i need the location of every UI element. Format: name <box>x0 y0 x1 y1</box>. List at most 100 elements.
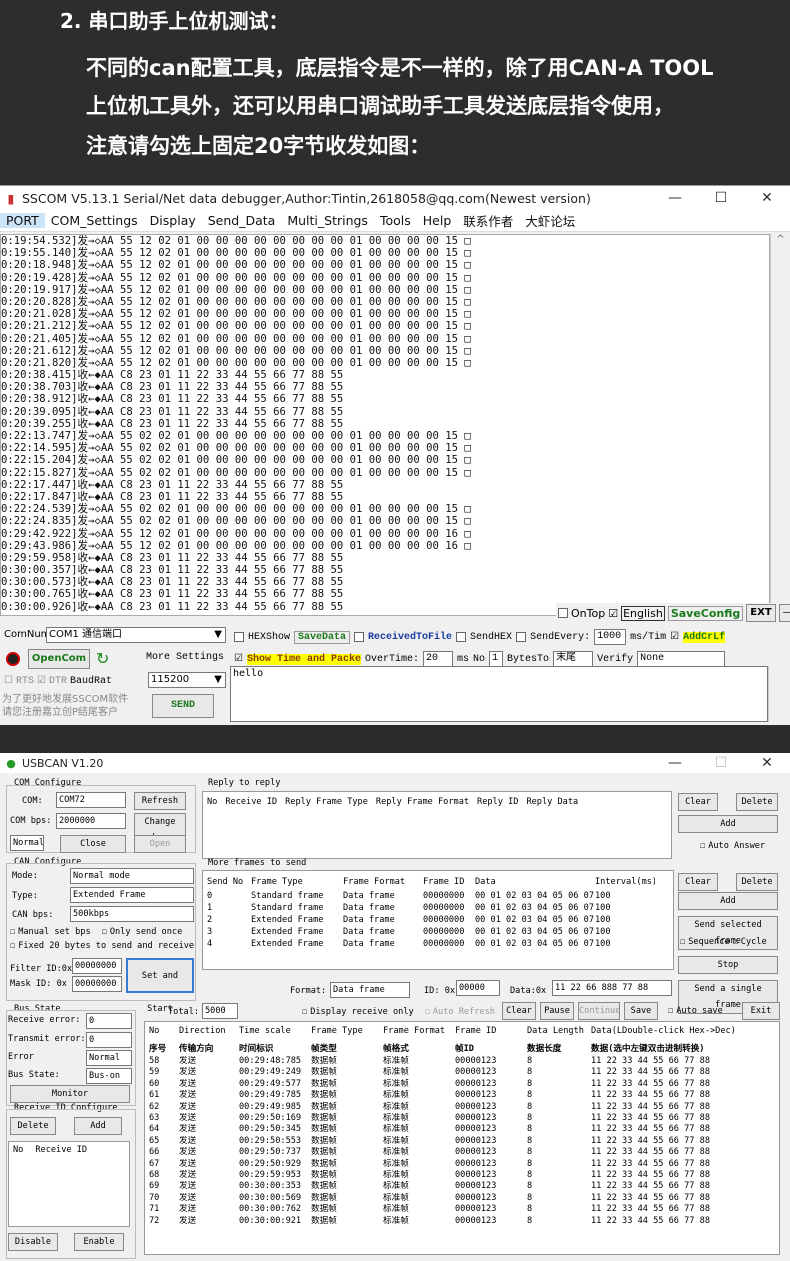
sendevery-input[interactable]: 1000 <box>594 629 627 645</box>
type-select[interactable]: Extended Frame <box>70 887 194 903</box>
rts-checkbox-icon[interactable]: ☐ <box>4 675 13 687</box>
stop-button[interactable]: Stop <box>678 956 778 974</box>
reply-add-button[interactable]: Add <box>678 815 778 833</box>
no-input[interactable]: 1 <box>489 651 504 667</box>
data-input[interactable]: 11 22 66 888 77 88 <box>552 980 672 996</box>
auto-save-checkbox-icon[interactable]: ☐ <box>668 1006 673 1016</box>
english-checkbox-icon[interactable]: ☑ <box>608 607 618 620</box>
refresh-icon[interactable]: ↻ <box>96 649 109 668</box>
collapse-button[interactable]: — <box>778 604 790 622</box>
frames-add-button[interactable]: Add <box>678 892 778 910</box>
opencom-button[interactable]: OpenCom <box>28 649 90 669</box>
continue-button[interactable]: Continue <box>578 1002 620 1020</box>
promo-line-1[interactable]: 为了更好地发展SSCOM软件 <box>2 693 128 706</box>
table-row[interactable]: 58 发送 00:29:48:785 数据帧 标准帧 00000123 8 11 22 33 … <box>145 1056 779 1067</box>
frames-delete-button[interactable]: Delete <box>736 873 778 891</box>
recv-id-table[interactable]: No Receive ID <box>8 1141 130 1227</box>
recv-add-button[interactable]: Add <box>74 1117 122 1135</box>
send-frame-row[interactable]: 1 Standard frame Data frame 00000000 00 01 0… <box>203 902 673 914</box>
pause-button[interactable]: Pause <box>540 1002 574 1020</box>
comnum-select[interactable]: COM1 通信端口 ▼ <box>46 627 226 643</box>
log-clear-button[interactable]: Clear <box>502 1002 536 1020</box>
recv-to-file-checkbox[interactable] <box>354 632 365 642</box>
addcrlf-check-icon[interactable]: ☑ <box>670 631 679 643</box>
table-row[interactable]: 62 发送 00:29:49:985 数据帧 标准帧 00000123 8 11 22 33 … <box>145 1102 779 1113</box>
send-textarea[interactable]: hello <box>230 666 768 722</box>
dtr-checkbox-icon[interactable]: ☑ <box>37 675 46 687</box>
manual-bps-checkbox-icon[interactable]: ☐ <box>10 927 15 937</box>
menu-com-settings[interactable]: COM_Settings <box>45 213 144 228</box>
ontop-checkbox[interactable] <box>558 608 568 618</box>
table-row[interactable]: 71 发送 00:30:00:762 数据帧 标准帧 00000123 8 11 22 33 … <box>145 1204 779 1215</box>
save-button[interactable]: Save <box>624 1002 658 1020</box>
reply-delete-button[interactable]: Delete <box>736 793 778 811</box>
table-row[interactable]: 66 发送 00:29:50:737 数据帧 标准帧 00000123 8 11 22 33 … <box>145 1147 779 1158</box>
overtime-input[interactable]: 20 <box>423 651 454 667</box>
display-recv-only-checkbox-icon[interactable]: ☐ <box>302 1007 307 1017</box>
table-row[interactable]: 68 发送 00:29:59:953 数据帧 标准帧 00000123 8 11 22 33 … <box>145 1170 779 1181</box>
refresh-button[interactable]: Refresh <box>134 792 186 810</box>
reply-table[interactable]: No Receive ID Reply Frame Type Reply Fra… <box>202 791 672 859</box>
send-frame-row[interactable]: 3 Extended Frame Data frame 00000000 00 01 0… <box>203 926 673 938</box>
table-row[interactable]: 65 发送 00:29:50:553 数据帧 标准帧 00000123 8 11 22 33 … <box>145 1136 779 1147</box>
promo-line-2[interactable]: 请您注册嘉立创P结尾客户 <box>2 706 128 719</box>
send-frame-row[interactable]: 4 Extended Frame Data frame 00000000 00 01 0… <box>203 938 673 950</box>
scroll-up-icon[interactable]: ^ <box>771 234 790 245</box>
menu-contact-author[interactable]: 联系作者 <box>457 211 519 230</box>
fixed20-checkbox-icon[interactable]: ☐ <box>10 941 15 951</box>
saveconfig-button[interactable]: SaveConfig <box>667 605 744 621</box>
sendevery-checkbox[interactable] <box>516 632 527 642</box>
table-row[interactable]: 69 发送 00:30:00:353 数据帧 标准帧 00000123 8 11 22 33 … <box>145 1181 779 1192</box>
savedata-button[interactable]: SaveData <box>294 630 351 644</box>
close-button[interactable]: Close <box>60 835 126 853</box>
set-and-start-button[interactable]: Set and Start <box>126 958 194 1014</box>
menu-send-data[interactable]: Send_Data <box>202 213 282 228</box>
table-row[interactable]: 64 发送 00:29:50:345 数据帧 标准帧 00000123 8 11 22 33 … <box>145 1124 779 1135</box>
close-icon[interactable]: ✕ <box>744 190 790 206</box>
hexshow-checkbox[interactable] <box>234 632 244 642</box>
send-once-checkbox-icon[interactable]: ☐ <box>102 927 107 937</box>
table-row[interactable]: 67 发送 00:29:50:929 数据帧 标准帧 00000123 8 11 22 33 … <box>145 1159 779 1170</box>
filter-id-input[interactable]: 00000000 <box>72 958 122 974</box>
id-input[interactable]: 00000 <box>456 980 500 996</box>
log-scrollbar[interactable]: ^ <box>770 234 790 616</box>
cycle-checkbox-icon[interactable]: ☐ <box>733 937 738 947</box>
minimize-icon[interactable]: — <box>652 190 698 206</box>
usbcan-minimize-icon[interactable]: — <box>652 755 698 771</box>
monitor-button[interactable]: Monitor <box>10 1085 130 1103</box>
menu-multi-strings[interactable]: Multi_Strings <box>281 213 374 228</box>
send-frame-row[interactable]: 2 Extended Frame Data frame 00000000 00 01 0… <box>203 914 673 926</box>
sequence-checkbox-icon[interactable]: ☐ <box>680 937 685 947</box>
table-row[interactable]: 60 发送 00:29:49:577 数据帧 标准帧 00000123 8 11 22 33 … <box>145 1079 779 1090</box>
reply-clear-button[interactable]: Clear <box>678 793 718 811</box>
format-select[interactable]: Data frame <box>330 982 410 998</box>
usbcan-close-icon[interactable]: ✕ <box>744 755 790 771</box>
more-settings-button[interactable]: More Settings <box>146 652 224 663</box>
canbps-select[interactable]: 500kbps <box>70 906 194 922</box>
receive-log[interactable]: 0:19:54.532]发→◇AA 55 12 02 01 00 00 00 0… <box>0 234 770 616</box>
send-scrollbar[interactable] <box>768 666 788 722</box>
sendhex-checkbox[interactable] <box>456 632 467 642</box>
mask-id-input[interactable]: 00000000 <box>72 976 122 992</box>
menu-forum[interactable]: 大虾论坛 <box>519 211 581 230</box>
bytes-to-select[interactable]: 末尾 <box>553 651 594 667</box>
menu-help[interactable]: Help <box>417 213 458 228</box>
verify-select[interactable]: None <box>637 651 726 667</box>
disable-button[interactable]: Disable <box>8 1233 58 1251</box>
menu-tools[interactable]: Tools <box>374 213 417 228</box>
table-row[interactable]: 61 发送 00:29:49:785 数据帧 标准帧 00000123 8 11 22 33 … <box>145 1090 779 1101</box>
send-button[interactable]: SEND <box>152 694 214 718</box>
table-row[interactable]: 70 发送 00:30:00:569 数据帧 标准帧 00000123 8 11 22 33 … <box>145 1193 779 1204</box>
ext-button[interactable]: EXT <box>746 604 776 622</box>
mode-select[interactable]: Normal mode <box>70 868 194 884</box>
table-row[interactable]: 63 发送 00:29:50:169 数据帧 标准帧 00000123 8 11 22 33 … <box>145 1113 779 1124</box>
baudrate-select[interactable]: 115200 ▼ <box>148 672 226 688</box>
send-frames-table[interactable]: Send No Frame Type Frame Format Frame ID Dat… <box>202 870 674 970</box>
show-time-check-icon[interactable]: ☑ <box>234 653 243 665</box>
recv-delete-button[interactable]: Delete <box>10 1117 56 1135</box>
menu-port[interactable]: PORT <box>0 213 45 228</box>
maximize-icon[interactable]: ☐ <box>698 190 744 206</box>
com-select[interactable]: COM72 <box>56 792 126 808</box>
menu-display[interactable]: Display <box>144 213 202 228</box>
enable-button[interactable]: Enable <box>74 1233 124 1251</box>
